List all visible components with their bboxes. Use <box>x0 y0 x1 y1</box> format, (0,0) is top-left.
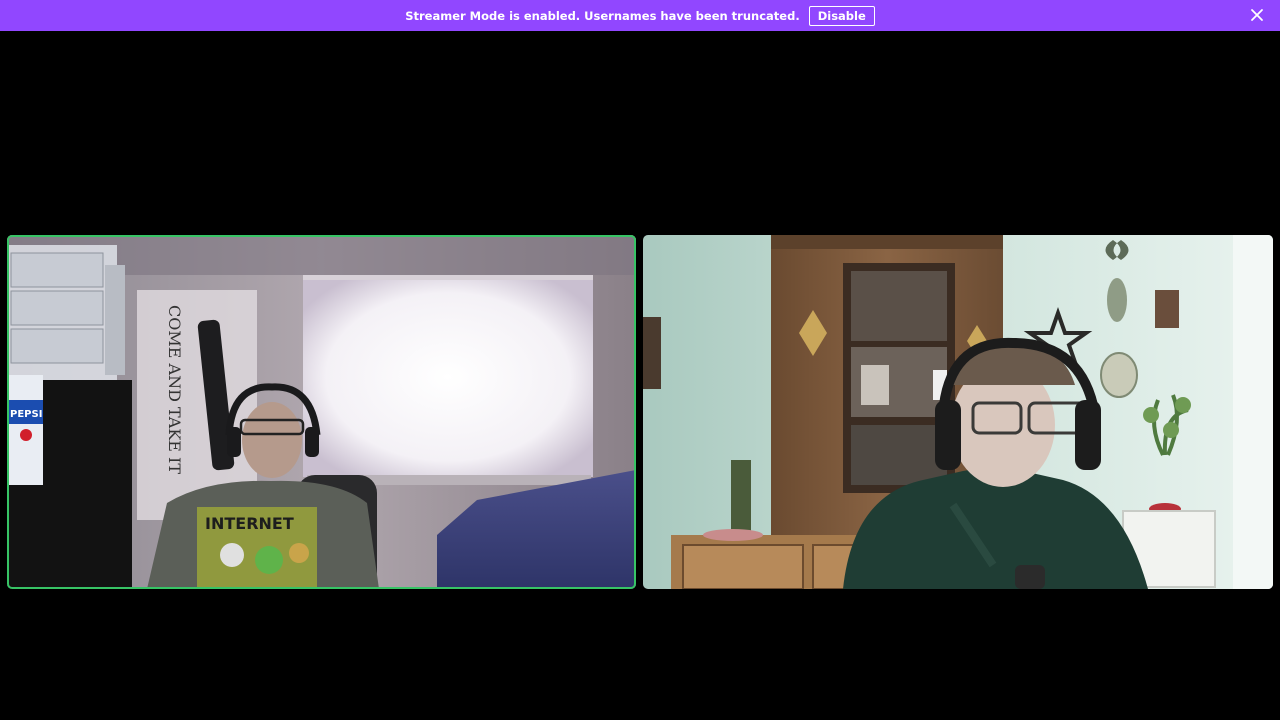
participant-1-video: COME AND TAKE IT PEPSI INTERNET <box>7 235 636 589</box>
streamer-mode-message: Streamer Mode is enabled. Usernames have… <box>405 8 800 23</box>
poster-text: COME AND TAKE IT <box>165 305 184 474</box>
call-window: Streamer Mode is enabled. Usernames have… <box>0 0 1280 720</box>
participant-2-video <box>643 235 1273 589</box>
streamer-mode-banner: Streamer Mode is enabled. Usernames have… <box>0 0 1280 31</box>
video-tile-participant-1[interactable]: COME AND TAKE IT PEPSI INTERNET <box>7 235 636 589</box>
video-tile-participant-2[interactable] <box>643 235 1273 589</box>
cup-text: PEPSI <box>10 409 42 420</box>
close-icon[interactable] <box>1250 8 1264 22</box>
banner-content: Streamer Mode is enabled. Usernames have… <box>405 5 875 26</box>
disable-streamer-mode-button[interactable]: Disable <box>808 5 875 26</box>
shirt-text: INTERNET <box>205 514 294 533</box>
